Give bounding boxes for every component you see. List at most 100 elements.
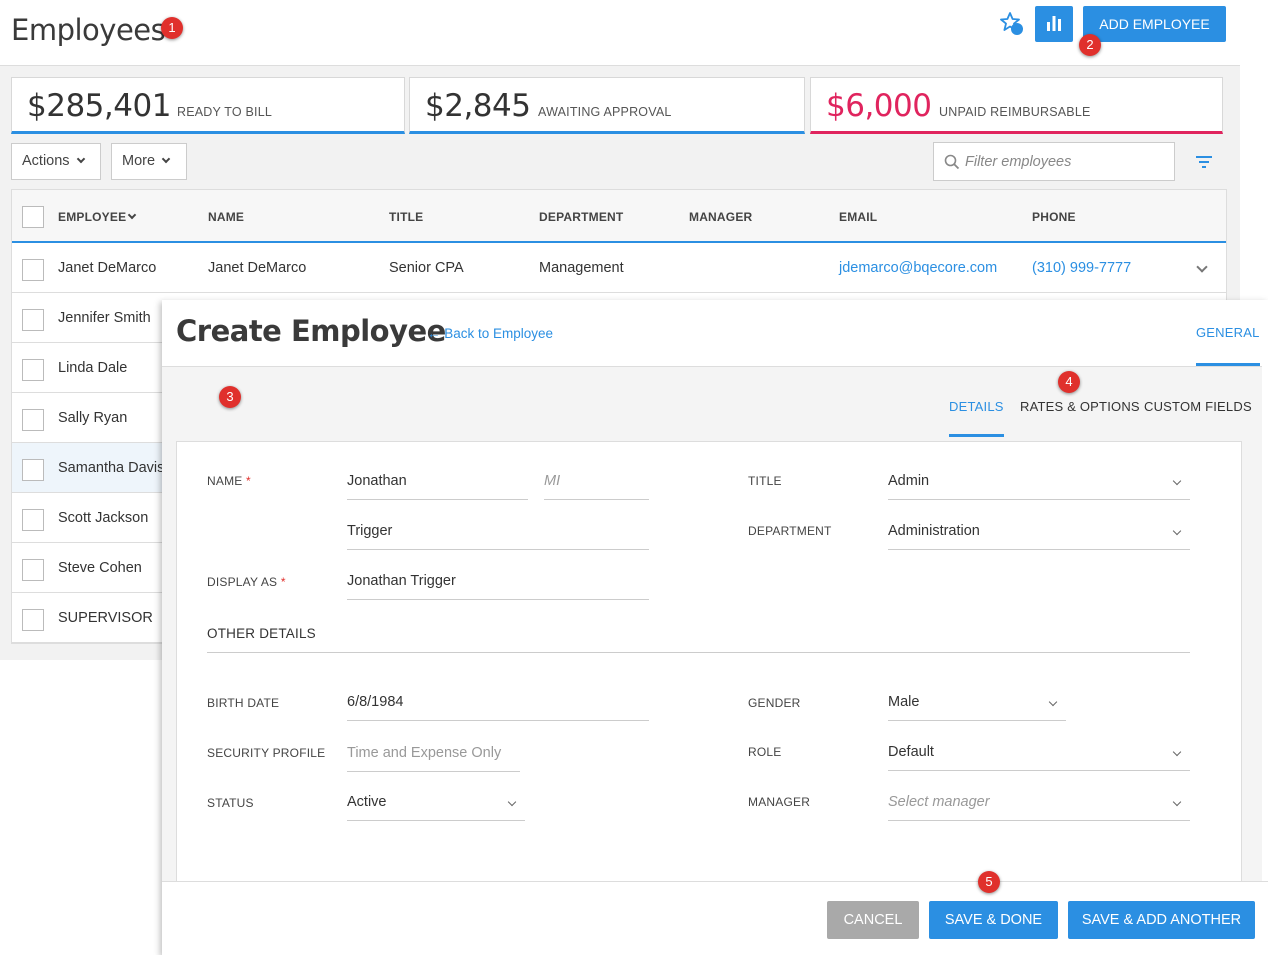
column-header-title[interactable]: TITLE <box>389 210 423 224</box>
title-value: Admin <box>888 473 930 489</box>
name-label: NAME * <box>207 474 251 488</box>
gender-value: Male <box>888 694 920 710</box>
cancel-button[interactable]: CANCEL <box>827 901 919 939</box>
filter-employees-input[interactable]: Filter employees <box>933 142 1175 181</box>
chevron-down-icon <box>507 797 517 807</box>
more-label: More <box>122 153 156 169</box>
status-select[interactable]: Active <box>347 787 525 821</box>
kpi-value: $6,000 <box>826 88 932 124</box>
row-checkbox[interactable] <box>22 609 44 631</box>
chevron-down-icon <box>1172 526 1182 536</box>
save-and-add-another-button[interactable]: SAVE & ADD ANOTHER <box>1068 901 1255 939</box>
chevron-down-icon <box>1172 476 1182 486</box>
grid-header: EMPLOYEE NAME TITLE DEPARTMENT MANAGER E… <box>12 190 1226 243</box>
required-mark: * <box>246 474 251 488</box>
details-form: NAME * Jonathan MI Trigger DISPLAY AS * … <box>176 441 1242 891</box>
tab-details[interactable]: DETAILS <box>949 399 1004 437</box>
more-dropdown[interactable]: More <box>111 143 187 180</box>
chevron-down-icon <box>1172 797 1182 807</box>
cell-employee: Scott Jackson <box>58 510 149 526</box>
add-employee-button[interactable]: ADD EMPLOYEE <box>1083 6 1226 42</box>
kpi-unpaid-reimbursable[interactable]: $6,000 UNPAID REIMBURSABLE <box>810 77 1223 134</box>
bar-chart-icon[interactable] <box>1035 6 1073 42</box>
last-name-input[interactable]: Trigger <box>347 516 649 550</box>
column-header-phone[interactable]: PHONE <box>1032 210 1076 224</box>
cell-employee: Samantha Davis <box>58 460 165 476</box>
gender-select[interactable]: Male <box>888 687 1066 721</box>
column-header-employee[interactable]: EMPLOYEE <box>58 210 126 224</box>
security-profile-label: SECURITY PROFILE <box>207 746 326 760</box>
tab-general[interactable]: GENERAL <box>1196 325 1260 366</box>
security-profile-input[interactable]: Time and Expense Only <box>347 738 520 772</box>
column-header-department[interactable]: DEPARTMENT <box>539 210 623 224</box>
cell-title: Senior CPA <box>389 260 464 276</box>
other-details-heading: OTHER DETAILS <box>207 626 316 641</box>
select-all-checkbox[interactable] <box>22 206 44 228</box>
column-header-email[interactable]: EMAIL <box>839 210 877 224</box>
column-header-name[interactable]: NAME <box>208 210 244 224</box>
row-checkbox[interactable] <box>22 259 44 281</box>
middle-initial-input[interactable]: MI <box>544 466 649 500</box>
annotation-badge-3: 3 <box>219 386 241 408</box>
row-checkbox[interactable] <box>22 309 44 331</box>
favorite-star-icon[interactable] <box>998 10 1026 38</box>
cell-name: Janet DeMarco <box>208 260 307 276</box>
required-mark: * <box>280 575 286 589</box>
page-title: Employees <box>11 13 166 47</box>
row-checkbox[interactable] <box>22 359 44 381</box>
annotation-badge-5: 5 <box>978 871 1000 893</box>
search-icon <box>944 154 960 170</box>
cell-employee: Linda Dale <box>58 360 128 376</box>
dialog-body: 3 4 DETAILS RATES & OPTIONS CUSTOM FIELD… <box>162 367 1262 891</box>
save-and-done-button[interactable]: SAVE & DONE <box>929 901 1058 939</box>
department-label: DEPARTMENT <box>748 524 832 538</box>
kpi-label: READY TO BILL <box>177 105 273 119</box>
filter-icon[interactable] <box>1195 155 1213 169</box>
column-header-manager[interactable]: MANAGER <box>689 210 752 224</box>
first-name-input[interactable]: Jonathan <box>347 466 528 500</box>
kpi-ready-to-bill[interactable]: $285,401 READY TO BILL <box>11 77 405 134</box>
display-as-input[interactable]: Jonathan Trigger <box>347 566 649 600</box>
table-row[interactable]: Janet DeMarco Janet DeMarco Senior CPA M… <box>12 243 1226 293</box>
role-value: Default <box>888 744 934 760</box>
chevron-down-icon <box>1048 697 1058 707</box>
manager-select[interactable]: Select manager <box>888 787 1190 821</box>
annotation-badge-4: 4 <box>1058 371 1080 393</box>
actions-dropdown[interactable]: Actions <box>11 143 101 180</box>
row-checkbox[interactable] <box>22 509 44 531</box>
kpi-label: UNPAID REIMBURSABLE <box>939 105 1091 119</box>
birth-date-input[interactable]: 6/8/1984 <box>347 687 649 721</box>
cell-employee: Janet DeMarco <box>58 260 157 276</box>
chevron-down-icon <box>1172 747 1182 757</box>
section-divider <box>207 652 1190 653</box>
page-header: Employees 1 ADD EMPLOYEE 2 <box>0 0 1240 66</box>
row-checkbox[interactable] <box>22 459 44 481</box>
back-to-employee-link[interactable]: ← Back to Employee <box>427 326 553 341</box>
status-label: STATUS <box>207 796 254 810</box>
title-label: TITLE <box>748 474 782 488</box>
department-select[interactable]: Administration <box>888 516 1190 550</box>
kpi-awaiting-approval[interactable]: $2,845 AWAITING APPROVAL <box>409 77 805 134</box>
title-select[interactable]: Admin <box>888 466 1190 500</box>
row-checkbox[interactable] <box>22 559 44 581</box>
cell-phone-link[interactable]: (310) 999-7777 <box>1032 260 1131 276</box>
tab-rates-options[interactable]: RATES & OPTIONS <box>1020 399 1140 414</box>
annotation-badge-1: 1 <box>161 17 183 39</box>
cell-employee: Steve Cohen <box>58 560 142 576</box>
status-value: Active <box>347 794 387 810</box>
kpi-label: AWAITING APPROVAL <box>538 105 672 119</box>
birth-date-label: BIRTH DATE <box>207 696 280 710</box>
manager-placeholder: Select manager <box>888 794 990 810</box>
department-value: Administration <box>888 523 980 539</box>
expand-row-icon[interactable] <box>1196 261 1208 273</box>
manager-label: MANAGER <box>748 795 811 809</box>
cell-email-link[interactable]: jdemarco@bqecore.com <box>839 260 997 276</box>
dialog-footer: 5 CANCEL SAVE & DONE SAVE & ADD ANOTHER <box>162 871 1268 955</box>
cell-employee: SUPERVISOR <box>58 610 153 626</box>
actions-label: Actions <box>22 153 70 169</box>
role-select[interactable]: Default <box>888 737 1190 771</box>
sort-chevron-icon[interactable] <box>127 210 137 220</box>
tab-custom-fields[interactable]: CUSTOM FIELDS <box>1144 399 1252 414</box>
row-checkbox[interactable] <box>22 409 44 431</box>
chevron-down-icon <box>76 154 85 164</box>
